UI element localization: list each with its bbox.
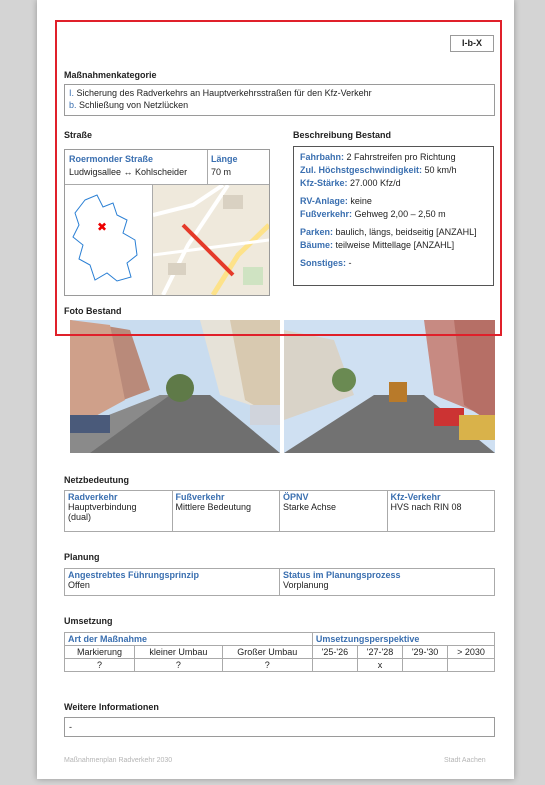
bestand-value: 50 km/h: [424, 165, 457, 175]
bestand-value: baulich, längs, beidseitig [ANZAHL]: [335, 227, 477, 237]
netz-cell: Fußverkehr Mittlere Bedeutung: [171, 490, 280, 532]
art-col: Großer Umbau: [221, 645, 313, 659]
weitere-heading: Weitere Informationen: [64, 702, 159, 712]
bestand-value: 27.000 Kfz/d: [350, 178, 401, 188]
strasse-route: Ludwigsallee ↔ Kohlscheider: [69, 167, 188, 177]
planung-label: Angestrebtes Führungsprinzip: [68, 570, 200, 580]
bestand-value: Gehweg 2,00 – 2,50 m: [354, 209, 446, 219]
planung-label: Status im Planungsprozess: [283, 570, 401, 580]
bestand-item: Zul. Höchstgeschwindigkeit: 50 km/h: [300, 164, 487, 177]
kategorie-key: I.: [69, 88, 75, 98]
persp-val: x: [356, 658, 404, 672]
netz-cell: Radverkehr Hauptverbindung (dual): [64, 490, 173, 532]
art-val: ?: [134, 658, 223, 672]
foto-heading: Foto Bestand: [64, 306, 122, 316]
planung-cell: Status im Planungsprozess Vorplanung: [279, 568, 495, 596]
bestand-heading: Beschreibung Bestand: [293, 130, 392, 140]
netz-value: Mittlere Bedeutung: [175, 502, 252, 512]
art-label: Art der Maßnahme: [64, 632, 313, 646]
footer-left: Maßnahmenplan Radverkehr 2030: [64, 757, 173, 764]
bestand-item: Bäume: teilweise Mittellage [ANZAHL]: [300, 239, 487, 252]
bestand-value: 2 Fahrstreifen pro Richtung: [346, 152, 456, 162]
netz-value: Starke Achse: [283, 502, 337, 512]
umsetzung-table: Art der Maßnahme Umsetzungsperspektive M…: [63, 632, 496, 672]
kategorie-line: I. Sicherung des Radverkehrs an Hauptver…: [69, 87, 490, 99]
bestand-item: Kfz-Stärke: 27.000 Kfz/d: [300, 177, 487, 190]
bestand-item: Parken: baulich, längs, beidseitig [ANZA…: [300, 226, 487, 239]
persp-col: > 2030: [447, 645, 495, 659]
netz-cell: ÖPNV Starke Achse: [279, 490, 388, 532]
bestand-item: RV-Anlage: keine: [300, 195, 487, 208]
bestand-value: -: [348, 258, 352, 268]
kategorie-box: I. Sicherung des Radverkehrs an Hauptver…: [64, 84, 495, 116]
bestand-label: Kfz-Stärke:: [300, 178, 348, 188]
kategorie-line: b. Schließung von Netzlücken: [69, 99, 490, 111]
street-map: [153, 185, 269, 295]
strasse-box: Roermonder Straße Ludwigsallee ↔ Kohlsch…: [64, 149, 270, 296]
planung-table: Angestrebtes Führungsprinzip Offen Status…: [64, 568, 495, 596]
svg-text:✖: ✖: [97, 220, 107, 234]
netz-value: Hauptverbindung (dual): [68, 502, 137, 522]
street-photo-2: [284, 320, 495, 453]
bestand-label: RV-Anlage:: [300, 196, 348, 206]
planung-cell: Angestrebtes Führungsprinzip Offen: [64, 568, 280, 596]
netz-label: Kfz-Verkehr: [390, 492, 441, 502]
persp-col: '29-'30: [402, 645, 449, 659]
strasse-heading: Straße: [64, 130, 93, 140]
persp-col: '25-'26: [311, 645, 358, 659]
bestand-label: Zul. Höchstgeschwindigkeit:: [300, 165, 423, 175]
bestand-value: keine: [350, 196, 372, 206]
footer-right: Stadt Aachen: [444, 757, 486, 764]
city-outline-map: ✖: [65, 185, 153, 295]
planung-value: Offen: [68, 580, 90, 590]
persp-val: [402, 658, 449, 672]
laenge-value: 70 m: [211, 167, 232, 177]
bestand-value: teilweise Mittellage [ANZAHL]: [335, 240, 455, 250]
art-col: kleiner Umbau: [134, 645, 223, 659]
bestand-label: Fahrbahn:: [300, 152, 344, 162]
strasse-name: Roermonder Straße: [69, 154, 154, 164]
umsetzung-heading: Umsetzung: [64, 616, 113, 626]
weitere-box: -: [64, 717, 495, 737]
kategorie-heading: Maßnahmenkategorie: [64, 70, 157, 80]
planung-value: Vorplanung: [283, 580, 329, 590]
bestand-item: Fahrbahn: 2 Fahrstreifen pro Richtung: [300, 151, 487, 164]
planung-heading: Planung: [64, 552, 100, 562]
kategorie-text: Schließung von Netzlücken: [79, 100, 189, 110]
bestand-label: Sonstiges:: [300, 258, 347, 268]
art-val: ?: [63, 658, 136, 672]
bestand-label: Bäume:: [300, 240, 334, 250]
kategorie-key: b.: [69, 100, 77, 110]
persp-val: [311, 658, 358, 672]
persp-label: Umsetzungsperspektive: [311, 632, 496, 646]
street-photo-1: [70, 320, 280, 453]
laenge-label: Länge: [211, 154, 238, 164]
netz-label: ÖPNV: [283, 492, 309, 502]
id-badge: I-b-X: [450, 35, 494, 52]
persp-col: '27-'28: [356, 645, 404, 659]
art-col: Markierung: [63, 645, 136, 659]
weitere-value: -: [69, 722, 72, 732]
netz-heading: Netzbedeutung: [64, 475, 129, 485]
bestand-box: Fahrbahn: 2 Fahrstreifen pro Richtung Zu…: [293, 146, 494, 286]
bestand-item: Sonstiges: -: [300, 257, 487, 270]
bestand-label: Parken:: [300, 227, 334, 237]
bestand-label: Fußverkehr:: [300, 209, 353, 219]
netz-value: HVS nach RIN 08: [390, 502, 462, 512]
netz-cell: Kfz-Verkehr HVS nach RIN 08: [386, 490, 495, 532]
netz-table: Radverkehr Hauptverbindung (dual) Fußverk…: [64, 490, 495, 532]
netz-label: Fußverkehr: [175, 492, 225, 502]
persp-val: [447, 658, 495, 672]
art-val: ?: [221, 658, 313, 672]
netz-label: Radverkehr: [68, 492, 118, 502]
kategorie-text: Sicherung des Radverkehrs an Hauptverkeh…: [76, 88, 372, 98]
bestand-item: Fußverkehr: Gehweg 2,00 – 2,50 m: [300, 208, 487, 221]
